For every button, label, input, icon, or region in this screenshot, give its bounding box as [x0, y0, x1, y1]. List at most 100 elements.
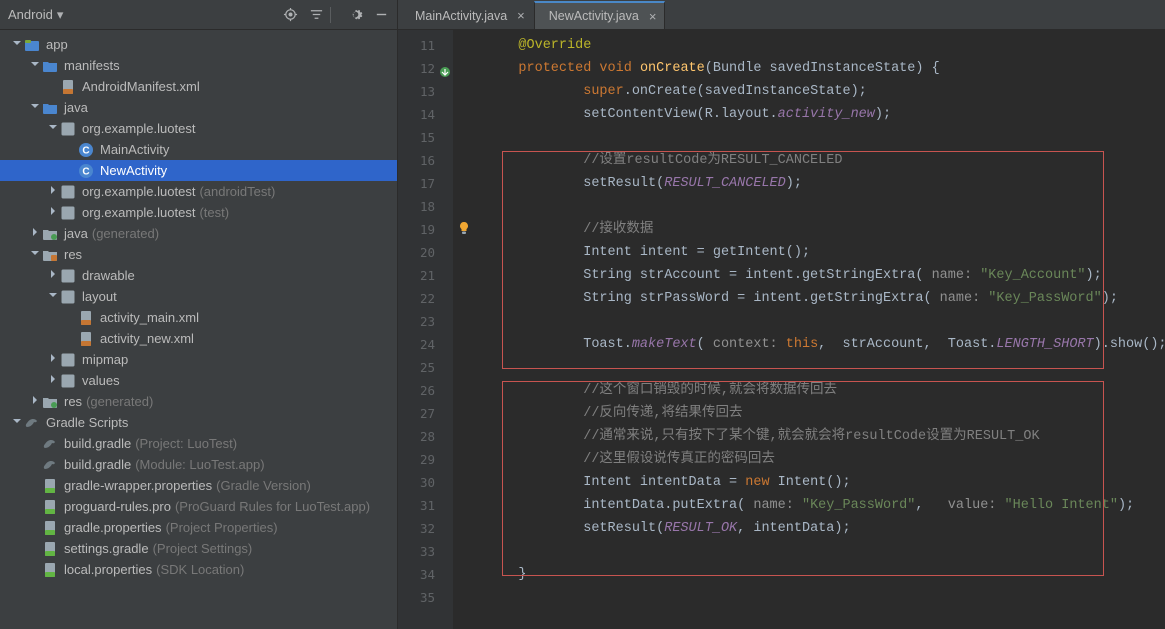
tree-item[interactable]: org.example.luotest [0, 118, 397, 139]
editor-tab[interactable]: CMainActivity.java× [400, 1, 534, 29]
gradle-icon [24, 415, 40, 431]
minimize-icon[interactable] [373, 7, 389, 23]
code-line[interactable]: Intent intent = getIntent(); [486, 241, 1165, 264]
tree-item[interactable]: gradle.properties (Project Properties) [0, 517, 397, 538]
code-editor[interactable]: @Override protected void onCreate(Bundle… [478, 30, 1165, 629]
svg-text:C: C [82, 145, 89, 156]
tree-item[interactable]: local.properties (SDK Location) [0, 559, 397, 580]
tree-label: local.properties [64, 562, 152, 577]
tree-item[interactable]: CMainActivity [0, 139, 397, 160]
chevron-icon[interactable] [28, 101, 42, 114]
line-number: 32 [398, 517, 453, 540]
chevron-icon[interactable] [46, 206, 60, 219]
chevron-icon[interactable] [46, 122, 60, 135]
tree-label: AndroidManifest.xml [82, 79, 200, 94]
code-line[interactable]: String strAccount = intent.getStringExtr… [486, 264, 1165, 287]
code-line[interactable]: Intent intentData = new Intent(); [486, 471, 1165, 494]
gutter-margin [454, 30, 478, 629]
chevron-icon[interactable] [46, 269, 60, 282]
line-gutter: 1112131415161718192021222324252627282930… [398, 30, 454, 629]
tree-item[interactable]: java (generated) [0, 223, 397, 244]
close-icon[interactable]: × [517, 8, 525, 23]
tree-item[interactable]: java [0, 97, 397, 118]
code-line[interactable]: setResult(RESULT_OK, intentData); [486, 517, 1165, 540]
gear-icon[interactable] [347, 7, 363, 23]
tree-item[interactable]: build.gradle (Project: LuoTest) [0, 433, 397, 454]
code-line[interactable]: intentData.putExtra( name: "Key_PassWord… [486, 494, 1165, 517]
tree-label: drawable [82, 268, 135, 283]
tree-item[interactable]: build.gradle (Module: LuoTest.app) [0, 454, 397, 475]
filter-icon[interactable] [308, 7, 324, 23]
chevron-icon[interactable] [46, 185, 60, 198]
chevron-icon[interactable] [46, 374, 60, 387]
tree-item[interactable]: AndroidManifest.xml [0, 76, 397, 97]
tree-item[interactable]: res [0, 244, 397, 265]
tree-item[interactable]: values [0, 370, 397, 391]
close-icon[interactable]: × [649, 9, 657, 24]
chevron-icon[interactable] [28, 395, 42, 408]
project-tree[interactable]: appmanifestsAndroidManifest.xmljavaorg.e… [0, 30, 397, 629]
code-line[interactable]: } [486, 563, 1165, 586]
tree-item[interactable]: settings.gradle (Project Settings) [0, 538, 397, 559]
line-number: 24 [398, 333, 453, 356]
code-line[interactable]: setContentView(R.layout.activity_new); [486, 103, 1165, 126]
tree-item[interactable]: drawable [0, 265, 397, 286]
chevron-icon[interactable] [28, 227, 42, 240]
code-line[interactable]: //这个窗口销毁的时候,就会将数据传回去 [486, 379, 1165, 402]
tree-item[interactable]: res (generated) [0, 391, 397, 412]
dropdown-icon[interactable]: ▾ [57, 7, 64, 23]
code-line[interactable]: String strPassWord = intent.getStringExt… [486, 287, 1165, 310]
tree-label: settings.gradle [64, 541, 149, 556]
tree-item[interactable]: Gradle Scripts [0, 412, 397, 433]
tree-item[interactable]: CNewActivity [0, 160, 397, 181]
tree-meta: (Project Properties) [166, 520, 278, 535]
tree-item[interactable]: activity_new.xml [0, 328, 397, 349]
xml-icon [60, 79, 76, 95]
tree-item[interactable]: org.example.luotest (test) [0, 202, 397, 223]
code-line[interactable]: @Override [486, 34, 1165, 57]
project-sidebar: Android ▾ appmanifests AndroidManifest.xm… [0, 0, 398, 629]
line-number: 30 [398, 471, 453, 494]
code-line[interactable]: //这里假设说传真正的密码回去 [486, 448, 1165, 471]
code-line[interactable] [486, 586, 1165, 609]
tree-item[interactable]: proguard-rules.pro (ProGuard Rules for L… [0, 496, 397, 517]
chevron-icon[interactable] [28, 59, 42, 72]
tree-item[interactable]: gradle-wrapper.properties (Gradle Versio… [0, 475, 397, 496]
tree-label: gradle-wrapper.properties [64, 478, 212, 493]
tree-meta: (SDK Location) [156, 562, 244, 577]
tree-item[interactable]: manifests [0, 55, 397, 76]
tree-item[interactable]: org.example.luotest (androidTest) [0, 181, 397, 202]
code-line[interactable] [486, 356, 1165, 379]
code-line[interactable]: //反向传递,将结果传回去 [486, 402, 1165, 425]
code-line[interactable] [486, 126, 1165, 149]
sidebar-title[interactable]: Android [8, 7, 53, 22]
code-line[interactable] [486, 310, 1165, 333]
line-number: 19 [398, 218, 453, 241]
tree-item[interactable]: activity_main.xml [0, 307, 397, 328]
code-line[interactable]: //接收数据 [486, 218, 1165, 241]
line-number: 35 [398, 586, 453, 609]
chevron-icon[interactable] [10, 416, 24, 429]
editor-tab[interactable]: CNewActivity.java× [534, 1, 666, 29]
code-line[interactable]: setResult(RESULT_CANCELED); [486, 172, 1165, 195]
tree-item[interactable]: mipmap [0, 349, 397, 370]
line-number: 23 [398, 310, 453, 333]
target-icon[interactable] [282, 7, 298, 23]
chevron-icon[interactable] [10, 38, 24, 51]
chevron-icon[interactable] [28, 248, 42, 261]
line-number: 27 [398, 402, 453, 425]
tree-item[interactable]: app [0, 34, 397, 55]
bulb-icon[interactable] [457, 221, 471, 235]
code-line[interactable] [486, 195, 1165, 218]
code-line[interactable]: //通常来说,只有按下了某个键,就会就会将resultCode设置为RESULT… [486, 425, 1165, 448]
code-line[interactable]: //设置resultCode为RESULT_CANCELED [486, 149, 1165, 172]
code-line[interactable]: protected void onCreate(Bundle savedInst… [486, 57, 1165, 80]
code-line[interactable] [486, 540, 1165, 563]
chevron-icon[interactable] [46, 353, 60, 366]
tree-item[interactable]: layout [0, 286, 397, 307]
code-line[interactable]: Toast.makeText( context: this, strAccoun… [486, 333, 1165, 356]
override-marker-icon[interactable] [439, 62, 451, 74]
tree-meta: (ProGuard Rules for LuoTest.app) [175, 499, 370, 514]
code-line[interactable]: super.onCreate(savedInstanceState); [486, 80, 1165, 103]
chevron-icon[interactable] [46, 290, 60, 303]
